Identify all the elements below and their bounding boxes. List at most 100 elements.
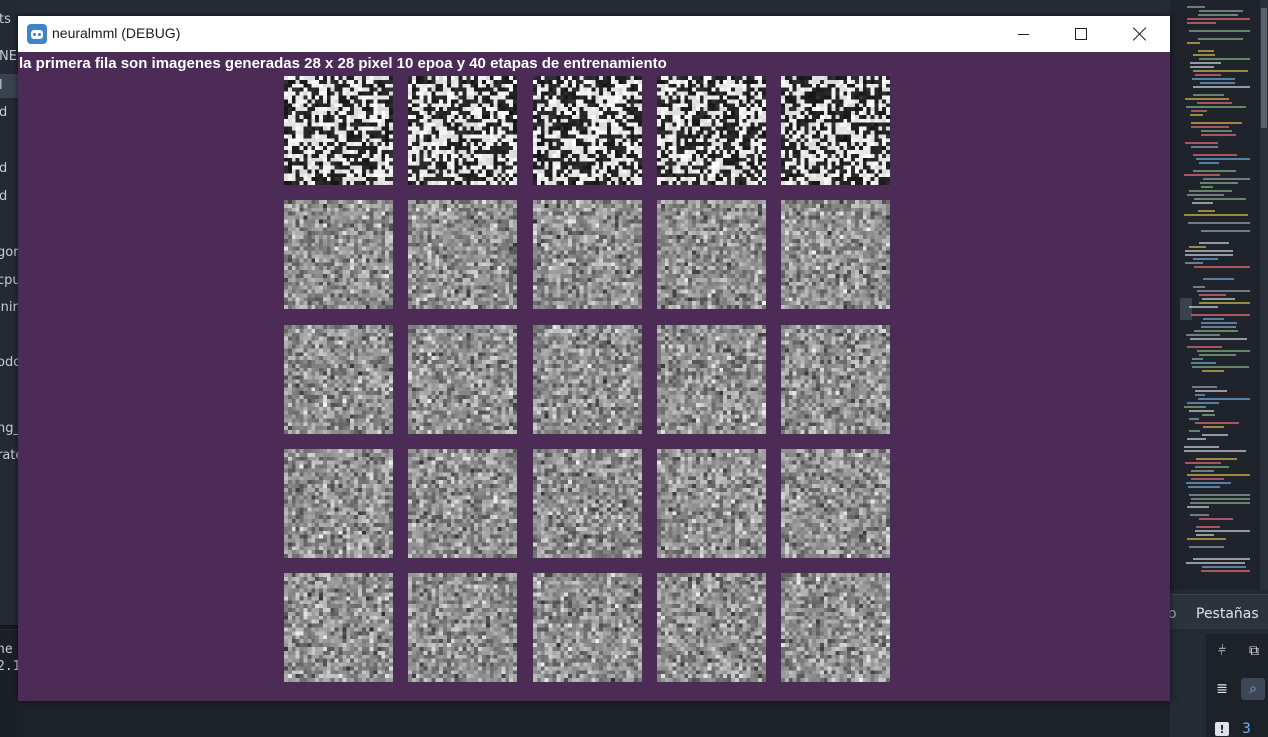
generated-images-caption: la primera fila son imagenes generadas 2…	[19, 55, 667, 72]
minimap-code-line	[1193, 54, 1215, 56]
minimap-code-line	[1194, 198, 1246, 200]
search-icon[interactable]: ⌕	[1241, 678, 1265, 700]
window-title: neuralmml (DEBUG)	[52, 25, 181, 41]
minimap-code-line	[1191, 314, 1250, 316]
minimap-code-line	[1187, 22, 1216, 24]
left-fragment[interactable]: d	[0, 189, 7, 204]
minimap-code-line	[1198, 38, 1243, 40]
maximize-icon	[1075, 28, 1087, 40]
minimap-code-line	[1186, 482, 1231, 484]
minimap-code-line	[1187, 402, 1219, 404]
minimap-scroll-thumb[interactable]	[1261, 8, 1267, 128]
editor-top-bar	[18, 0, 1178, 17]
left-fragment[interactable]: gor	[0, 245, 18, 260]
left-fragment[interactable]: l	[0, 78, 3, 93]
generated-image	[408, 449, 517, 558]
generated-image	[533, 200, 642, 309]
clear-icon[interactable]: ⫩	[1210, 640, 1234, 662]
minimap-code-line	[1195, 390, 1227, 392]
minimap-code-line	[1185, 254, 1233, 256]
generated-image	[657, 449, 766, 558]
minimap-code-line	[1196, 526, 1220, 528]
minimap-code-line	[1187, 506, 1209, 508]
minimap-code-line	[1196, 458, 1237, 460]
minimap-code-line	[1193, 286, 1205, 288]
minimap-code-line	[1190, 66, 1214, 68]
minimap-code-line	[1203, 426, 1224, 428]
maximize-button[interactable]	[1052, 16, 1110, 52]
minimap-code-line	[1199, 162, 1219, 164]
output-fragment: ne	[0, 642, 13, 657]
minimap-code-line	[1185, 98, 1229, 100]
left-fragment[interactable]: odo	[0, 355, 18, 370]
generated-image	[284, 573, 393, 682]
minimap-code-line	[1187, 18, 1250, 20]
panel-separator	[0, 625, 18, 629]
minimap-code-line	[1190, 338, 1247, 340]
generated-image	[284, 200, 393, 309]
minimap-code-line	[1196, 534, 1214, 536]
left-fragment: NE	[0, 49, 17, 64]
minimap-code-line	[1184, 406, 1206, 408]
close-icon	[1132, 27, 1146, 41]
minimap-code-line	[1189, 30, 1250, 32]
minimap-code-line	[1197, 102, 1232, 104]
left-fragment[interactable]: cpu	[0, 273, 18, 288]
minimap-code-line	[1187, 346, 1222, 348]
minimap-code-line	[1185, 462, 1221, 464]
left-fragment[interactable]: d	[0, 161, 7, 176]
window-titlebar[interactable]: neuralmml (DEBUG)	[18, 16, 1170, 52]
minimap-code-line	[1191, 146, 1218, 148]
minimap-code-line	[1195, 466, 1229, 468]
tab-pestanas[interactable]: Pestañas	[1196, 606, 1259, 622]
minimap-code-line	[1195, 74, 1221, 76]
minimap-code-line	[1188, 222, 1250, 224]
minimap-code-line	[1201, 230, 1250, 232]
minimap-code-line	[1199, 10, 1243, 12]
left-fragment[interactable]: inir	[0, 300, 18, 315]
copy-icon[interactable]: ⧉	[1242, 640, 1266, 662]
minimap-code-line	[1188, 486, 1220, 488]
minimize-button[interactable]	[994, 16, 1052, 52]
minimap-code-line	[1193, 558, 1250, 560]
minimap-code-line	[1195, 422, 1239, 424]
output-gutter	[1170, 634, 1202, 737]
minimap-code-line	[1197, 290, 1250, 292]
editor-minimap[interactable]	[1170, 0, 1268, 590]
generated-image	[781, 573, 890, 682]
minimap-code-line	[1198, 14, 1238, 16]
left-fragment[interactable]: rate	[0, 448, 18, 463]
minimap-code-line	[1186, 562, 1245, 564]
minimize-icon	[1017, 33, 1029, 35]
minimap-code-line	[1185, 262, 1203, 264]
generated-image	[533, 449, 642, 558]
minimap-code-line	[1187, 438, 1206, 440]
minimap-code-line	[1203, 278, 1234, 280]
minimap-code-line	[1199, 58, 1250, 60]
minimap-code-line	[1194, 330, 1238, 332]
editor-bottom-panel: o Pestañas ⫩ ⧉ ≣ ⌕ ! 3	[1168, 590, 1268, 737]
left-fragment[interactable]: ng_	[0, 421, 18, 436]
minimap-code-line	[1189, 430, 1200, 432]
minimap-code-line	[1192, 358, 1203, 360]
minimap-code-line	[1200, 182, 1238, 184]
minimap-code-line	[1191, 478, 1224, 480]
generated-image	[657, 200, 766, 309]
minimap-code-line	[1200, 82, 1235, 84]
left-fragment[interactable]: d	[0, 105, 7, 120]
indent-icon[interactable]: ≣	[1210, 678, 1234, 700]
warning-icon[interactable]: !	[1215, 722, 1229, 736]
minimap-code-line	[1202, 566, 1246, 568]
minimap-code-line	[1201, 326, 1236, 328]
minimap-code-line	[1193, 170, 1236, 172]
generated-image	[657, 573, 766, 682]
minimap-code-line	[1184, 450, 1246, 452]
minimap-code-line	[1201, 570, 1250, 572]
bottom-tab-row: o Pestañas	[1168, 594, 1268, 629]
close-button[interactable]	[1110, 16, 1168, 52]
minimap-code-line	[1198, 210, 1215, 212]
minimap-code-line	[1192, 78, 1235, 80]
minimap-code-line	[1193, 94, 1224, 96]
generated-image	[781, 449, 890, 558]
minimap-code-line	[1197, 350, 1250, 352]
